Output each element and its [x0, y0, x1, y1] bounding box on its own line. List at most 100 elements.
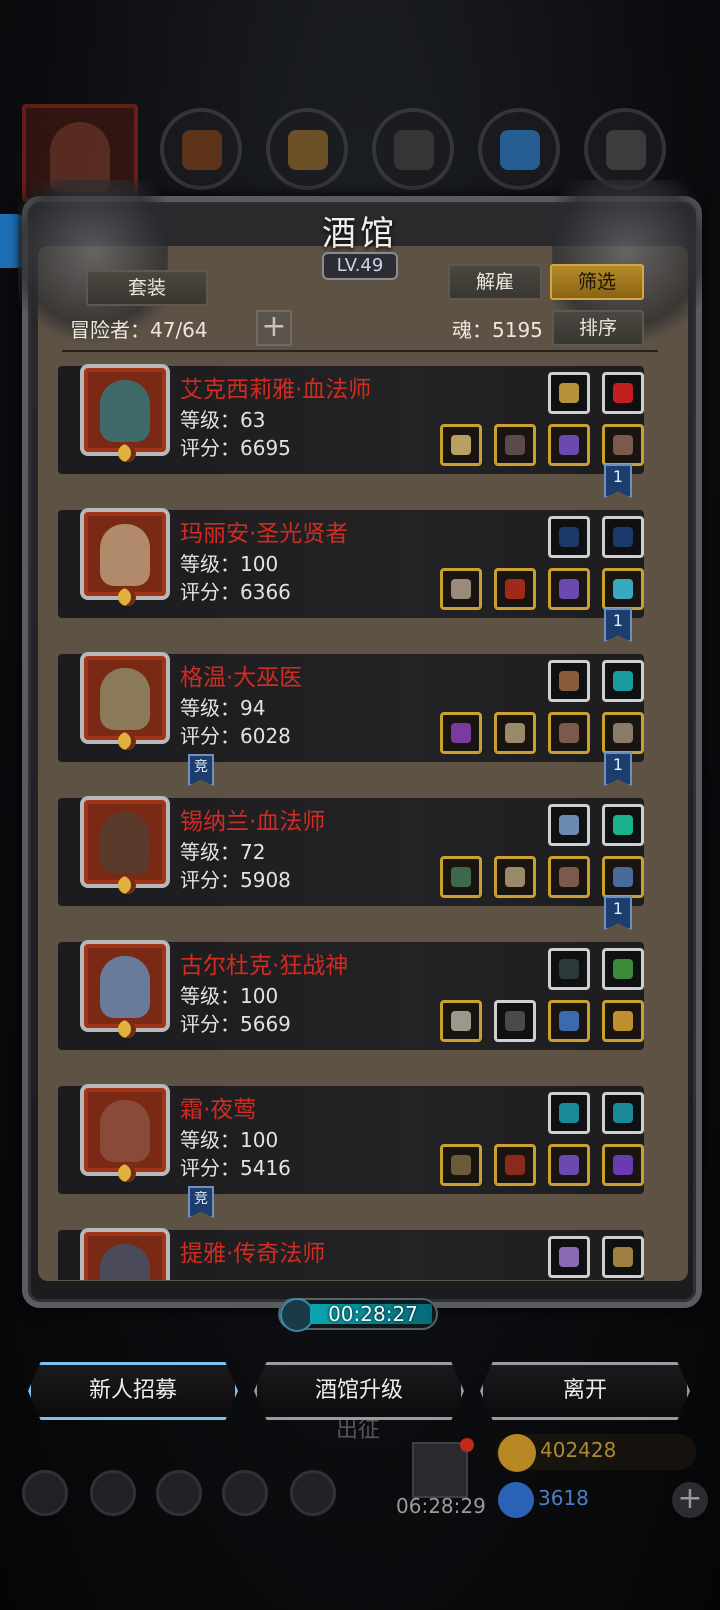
notification-dot — [460, 1438, 474, 1452]
equipment-slot[interactable] — [602, 1236, 644, 1278]
equipment-slot[interactable] — [548, 1000, 590, 1042]
equipment-slot[interactable] — [602, 856, 644, 898]
rank-flag: 1 — [604, 896, 632, 930]
rank-flag: 1 — [604, 464, 632, 498]
hero-face — [100, 1244, 150, 1280]
resource-stone-icon — [372, 108, 454, 190]
hero-portrait[interactable] — [80, 796, 170, 894]
equipment-slot[interactable] — [440, 1000, 482, 1042]
equipment-slot[interactable] — [494, 856, 536, 898]
equipment-slot[interactable] — [548, 712, 590, 754]
hero-card[interactable]: 霜·夜莺 等级：100 评分：5416 竞 — [58, 1080, 644, 1218]
hammer-icon — [451, 579, 471, 599]
filter-button[interactable]: 筛选 — [550, 264, 644, 300]
equipment-slot[interactable] — [602, 1092, 644, 1134]
staff-icon — [451, 723, 471, 743]
crown-icon — [559, 383, 579, 403]
equipment-slot[interactable] — [440, 568, 482, 610]
equipment-slot[interactable] — [494, 1144, 536, 1186]
equipment-slot[interactable] — [602, 372, 644, 414]
recruit-button[interactable]: 新人招募 — [28, 1362, 238, 1420]
equipment-slot[interactable] — [602, 568, 644, 610]
hero-score: 评分：5908 — [180, 868, 291, 892]
set-button[interactable]: 套装 — [86, 270, 208, 306]
equipment-slot[interactable] — [440, 424, 482, 466]
equipment-slot[interactable] — [494, 424, 536, 466]
hero-card[interactable]: 艾克西莉雅·血法师 等级：63 评分：6695 1 — [58, 360, 644, 498]
hero-card[interactable]: 玛丽安·圣光贤者 等级：100 评分：6366 1 — [58, 504, 644, 642]
hero-portrait[interactable] — [80, 1228, 170, 1280]
hero-level: 等级：63 — [180, 408, 266, 432]
equipment-slot[interactable] — [602, 424, 644, 466]
star-icon[interactable] — [90, 1470, 136, 1516]
gift-box-icon[interactable] — [412, 1442, 468, 1498]
gold-value: 402428 — [540, 1438, 617, 1462]
hero-level: 等级：100 — [180, 552, 279, 576]
plus-icon[interactable]: + — [256, 310, 292, 346]
moon-icon — [118, 588, 136, 606]
equipment-slot[interactable] — [602, 516, 644, 558]
refresh-timer: 00:28:27 — [278, 1298, 438, 1332]
moon-icon — [118, 444, 136, 462]
arena-flag: 竞 — [188, 754, 214, 786]
teal-gem-icon — [613, 1103, 633, 1123]
hero-portrait[interactable] — [80, 940, 170, 1038]
resource-plank-icon — [266, 108, 348, 190]
equipment-slot[interactable] — [548, 1236, 590, 1278]
ring-icon — [613, 867, 633, 887]
hero-card[interactable]: 提雅·传奇法师 — [58, 1224, 644, 1280]
equipment-slot[interactable] — [548, 568, 590, 610]
add-gems-icon[interactable]: + — [672, 1482, 708, 1518]
hero-face — [100, 1100, 150, 1162]
equipment-slot[interactable] — [602, 1144, 644, 1186]
dismiss-button[interactable]: 解雇 — [448, 264, 542, 300]
sort-button[interactable]: 排序 — [552, 310, 644, 346]
equipment-slot[interactable] — [440, 856, 482, 898]
equipment-slot[interactable] — [602, 948, 644, 990]
axe-icon — [451, 1011, 471, 1031]
boots-icon — [613, 435, 633, 455]
hero-list[interactable]: 艾克西莉雅·血法师 等级：63 评分：6695 1 玛丽安·圣光贤者 等级：100 评分：6… — [54, 360, 674, 1280]
resource-iron-icon — [584, 108, 666, 190]
hero-face — [100, 812, 150, 874]
equipment-slot[interactable] — [494, 1000, 536, 1042]
equipment-slot[interactable] — [548, 1144, 590, 1186]
mail-icon[interactable] — [222, 1470, 268, 1516]
map-icon[interactable] — [290, 1470, 336, 1516]
rank-flag: 1 — [604, 752, 632, 786]
hero-card[interactable]: 古尔杜克·狂战神 等级：100 评分：5669 — [58, 936, 644, 1056]
armor-icon — [505, 723, 525, 743]
dark-gem-icon — [559, 959, 579, 979]
boots-icon — [559, 867, 579, 887]
equipment-slot[interactable] — [602, 660, 644, 702]
hero-portrait[interactable] — [80, 508, 170, 606]
equipment-slot[interactable] — [602, 1000, 644, 1042]
equipment-slot[interactable] — [440, 712, 482, 754]
equipment-slot[interactable] — [548, 372, 590, 414]
equipment-slot[interactable] — [602, 712, 644, 754]
clock-icon — [280, 1298, 314, 1332]
equipment-slot[interactable] — [548, 1092, 590, 1134]
hero-card[interactable]: 锡纳兰·血法师 等级：72 评分：5908 1 — [58, 792, 644, 930]
equipment-slot[interactable] — [602, 804, 644, 846]
equipment-slot[interactable] — [548, 516, 590, 558]
settings-icon[interactable] — [22, 1470, 68, 1516]
equipment-slot[interactable] — [548, 948, 590, 990]
equipment-slot[interactable] — [440, 1144, 482, 1186]
leave-button[interactable]: 离开 — [480, 1362, 690, 1420]
armor-icon — [505, 435, 525, 455]
hero-card[interactable]: 格温·大巫医 等级：94 评分：6028 1 竞 — [58, 648, 644, 786]
equipment-slot[interactable] — [548, 856, 590, 898]
moon-icon — [118, 1020, 136, 1038]
equipment-slot[interactable] — [494, 568, 536, 610]
equipment-slot[interactable] — [548, 804, 590, 846]
equipment-slot[interactable] — [548, 424, 590, 466]
upgrade-tavern-button[interactable]: 酒馆升级 — [254, 1362, 464, 1420]
hero-portrait[interactable] — [80, 364, 170, 462]
equipment-slot[interactable] — [548, 660, 590, 702]
bow-icon — [559, 527, 579, 547]
guild-icon[interactable] — [156, 1470, 202, 1516]
hero-portrait[interactable] — [80, 652, 170, 750]
hero-portrait[interactable] — [80, 1084, 170, 1182]
equipment-slot[interactable] — [494, 712, 536, 754]
